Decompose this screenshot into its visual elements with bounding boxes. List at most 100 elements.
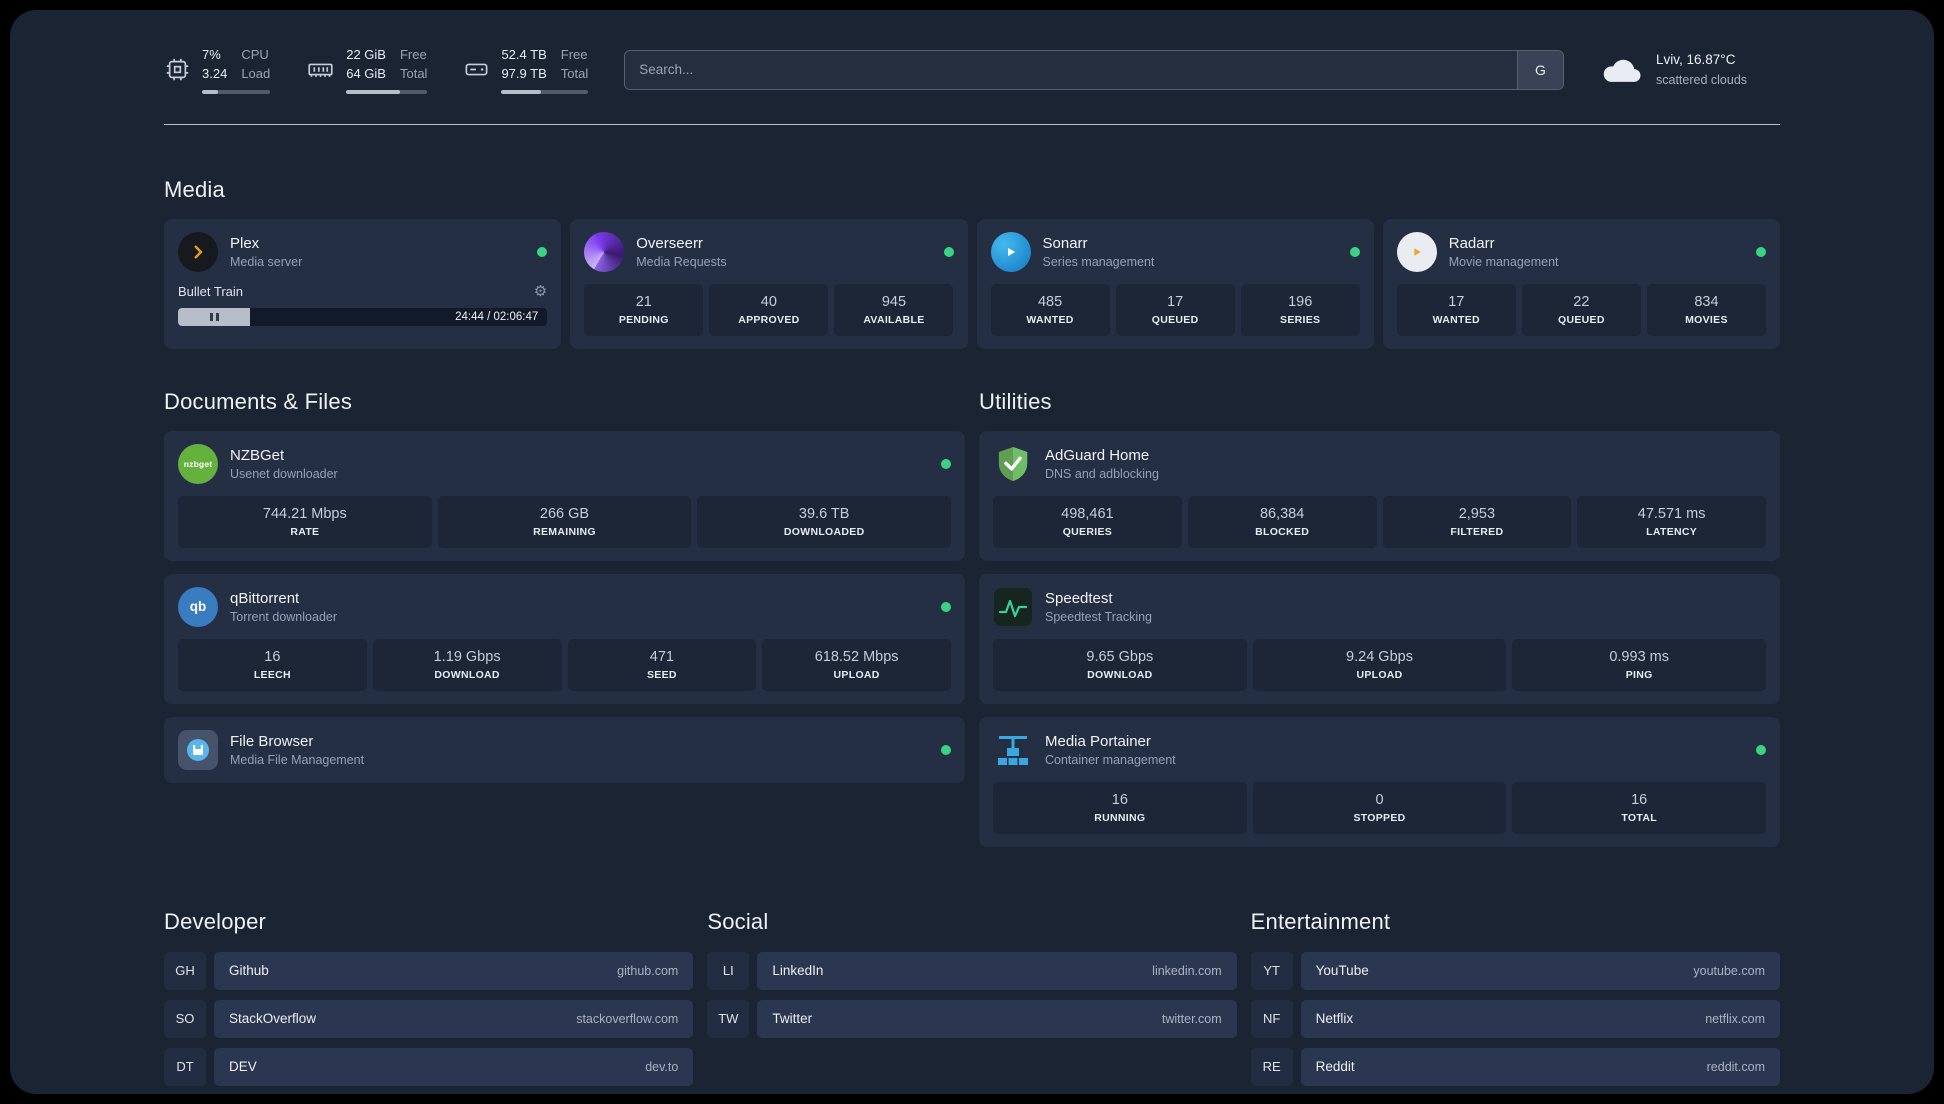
- service-card-radarr[interactable]: Radarr Movie management 17 WANTED 22 QUEUE…: [1382, 218, 1780, 349]
- stat-label: WANTED: [1432, 313, 1480, 326]
- bookmark-pill[interactable]: StackOverflow stackoverflow.com: [214, 999, 694, 1038]
- bookmark-pill[interactable]: Github github.com: [214, 951, 694, 990]
- status-dot: [1349, 246, 1360, 257]
- stat-box: 16 TOTAL: [1512, 781, 1767, 834]
- bookmark-pill[interactable]: LinkedIn linkedin.com: [757, 951, 1237, 990]
- stat-box: 17 QUEUED: [1115, 283, 1235, 336]
- stat-box: 0 STOPPED: [1252, 781, 1507, 834]
- header-divider: [164, 123, 1780, 125]
- stat-value: 1.19 Gbps: [433, 648, 501, 665]
- service-header: AdGuard Home DNS and adblocking: [993, 444, 1766, 484]
- bookmark-abbr: GH: [164, 951, 206, 990]
- stat-value: 498,461: [1061, 505, 1114, 522]
- service-card-adguard[interactable]: AdGuard Home DNS and adblocking 498,461 Q…: [979, 430, 1780, 561]
- bookmark-name: Github: [229, 963, 269, 979]
- stat-value: 196: [1288, 293, 1313, 310]
- playback-elapsed: [178, 307, 251, 326]
- service-card-portainer[interactable]: Media Portainer Container management 16 R…: [979, 716, 1780, 847]
- service-card-sonarr[interactable]: Sonarr Series management 485 WANTED 17 QUE…: [976, 218, 1374, 349]
- service-card-plex[interactable]: Plex Media server Bullet Train ⚙ 24:44 /…: [164, 218, 562, 349]
- service-text: Radarr Movie management: [1449, 235, 1559, 269]
- playback-progress-bar: 24:44 / 02:06:47: [178, 307, 548, 326]
- stat-value: 17: [1448, 293, 1465, 310]
- overseerr-icon: [584, 231, 625, 272]
- bookmark-name: DEV: [229, 1059, 257, 1075]
- service-header: File Browser Media File Management: [178, 729, 951, 770]
- stat-box: 618.52 Mbps UPLOAD: [762, 638, 951, 691]
- stats-row: 16 RUNNING 0 STOPPED 16 TOTAL: [993, 781, 1767, 834]
- bookmark-dev[interactable]: DT DEV dev.to: [164, 1047, 694, 1086]
- stat-box: 266 GB REMAINING: [437, 495, 692, 548]
- service-header: Plex Media server: [178, 231, 548, 272]
- service-subtitle: Movie management: [1448, 254, 1559, 269]
- stats-row: 744.21 Mbps RATE 266 GB REMAINING 39.6 TB D…: [178, 495, 952, 548]
- bookmark-abbr: YT: [1250, 951, 1293, 990]
- stat-box: 485 WANTED: [990, 283, 1110, 336]
- bookmark-pill[interactable]: Reddit reddit.com: [1300, 1047, 1780, 1086]
- filebrowser-icon: [178, 729, 218, 770]
- service-name: Sonarr: [1042, 234, 1088, 252]
- memory-free-value: 22 GiB: [346, 47, 386, 62]
- stat-label: AVAILABLE: [863, 313, 925, 326]
- bookmark-netflix[interactable]: NF Netflix netflix.com: [1250, 999, 1780, 1038]
- stat-box: 16 LEECH: [178, 638, 367, 691]
- disk-widget-body: 52.4 TB 97.9 TB Free Total: [501, 46, 589, 94]
- bookmark-name: Netflix: [1315, 1011, 1354, 1027]
- bookmark-youtube[interactable]: YT YouTube youtube.com: [1250, 951, 1780, 990]
- service-name: NZBGet: [230, 446, 285, 464]
- bookmark-abbr: LI: [707, 951, 750, 990]
- search-input[interactable]: [625, 50, 1517, 89]
- stat-value: 471: [649, 648, 674, 665]
- stat-box: 86,384 BLOCKED: [1187, 495, 1377, 548]
- media-grid: Plex Media server Bullet Train ⚙ 24:44 /…: [164, 218, 1780, 349]
- service-text: Sonarr Series management: [1043, 235, 1155, 269]
- qbittorrent-icon: qb: [178, 586, 218, 627]
- bookmark-pill[interactable]: Twitter twitter.com: [757, 999, 1237, 1038]
- group-documents: Documents & Files nzbget NZBGet Usenet d…: [164, 389, 965, 783]
- stat-label: DOWNLOAD: [434, 668, 500, 681]
- gear-icon[interactable]: ⚙: [534, 284, 547, 299]
- stat-label: UPLOAD: [1356, 668, 1403, 681]
- bookmark-github[interactable]: GH Github github.com: [164, 951, 694, 990]
- service-card-overseerr[interactable]: Overseerr Media Requests 21 PENDING 40 APP…: [570, 218, 968, 349]
- stat-value: 945: [881, 293, 907, 310]
- service-name: Speedtest: [1045, 589, 1113, 607]
- stat-label: QUEUED: [1558, 313, 1605, 326]
- service-name: Media Portainer: [1045, 732, 1151, 750]
- bookmark-linkedin[interactable]: LI LinkedIn linkedin.com: [707, 951, 1237, 990]
- resource-widgets: 7% 3.24 CPU Load 22 GiB 64 GiB Free Tota…: [164, 46, 589, 94]
- bookmark-reddit[interactable]: RE Reddit reddit.com: [1250, 1047, 1780, 1086]
- stat-value: 39.6 TB: [798, 505, 850, 522]
- service-text: Speedtest Speedtest Tracking: [1045, 590, 1152, 624]
- stat-box: 40 APPROVED: [709, 283, 829, 336]
- bookmark-pill[interactable]: YouTube youtube.com: [1300, 951, 1780, 990]
- service-card-nzbget[interactable]: nzbget NZBGet Usenet downloader 744.21 M…: [164, 430, 965, 561]
- service-subtitle: DNS and adblocking: [1045, 466, 1159, 481]
- memory-widget: 22 GiB 64 GiB Free Total: [306, 46, 428, 94]
- service-text: Plex Media server: [230, 235, 302, 269]
- bookmark-stackoverflow[interactable]: SO StackOverflow stackoverflow.com: [164, 999, 694, 1038]
- bookmark-twitter[interactable]: TW Twitter twitter.com: [707, 999, 1237, 1038]
- bookmark-url: linkedin.com: [1152, 963, 1222, 978]
- stat-box: 744.21 Mbps RATE: [178, 495, 432, 548]
- stat-value: 47.571 ms: [1637, 505, 1706, 522]
- search-provider-button[interactable]: G: [1517, 50, 1563, 89]
- stat-value: 9.24 Gbps: [1346, 648, 1413, 665]
- stat-value: 618.52 Mbps: [814, 648, 899, 665]
- disk-total-label: Total: [560, 65, 589, 81]
- stats-row: 9.65 Gbps DOWNLOAD 9.24 Gbps UPLOAD 0.993 …: [993, 638, 1767, 691]
- bookmark-pill[interactable]: DEV dev.to: [214, 1047, 694, 1086]
- service-card-speedtest[interactable]: Speedtest Speedtest Tracking 9.65 Gbps DO…: [979, 573, 1780, 704]
- service-name: File Browser: [230, 732, 314, 750]
- stat-label: PING: [1625, 668, 1653, 681]
- bookmark-pill[interactable]: Netflix netflix.com: [1300, 999, 1780, 1038]
- cpu-usage-value: 7%: [202, 47, 221, 62]
- pause-icon[interactable]: [209, 312, 219, 321]
- memory-total-label: Total: [399, 65, 428, 81]
- bookmark-name: Twitter: [772, 1011, 813, 1027]
- service-text: File Browser Media File Management: [230, 733, 364, 767]
- cpu-widget-body: 7% 3.24 CPU Load: [202, 46, 271, 94]
- service-card-qbittorrent[interactable]: qb qBittorrent Torrent downloader 16 LEEC…: [164, 573, 965, 704]
- bookmark-url: stackoverflow.com: [576, 1011, 679, 1026]
- service-card-filebrowser[interactable]: File Browser Media File Management: [164, 716, 965, 783]
